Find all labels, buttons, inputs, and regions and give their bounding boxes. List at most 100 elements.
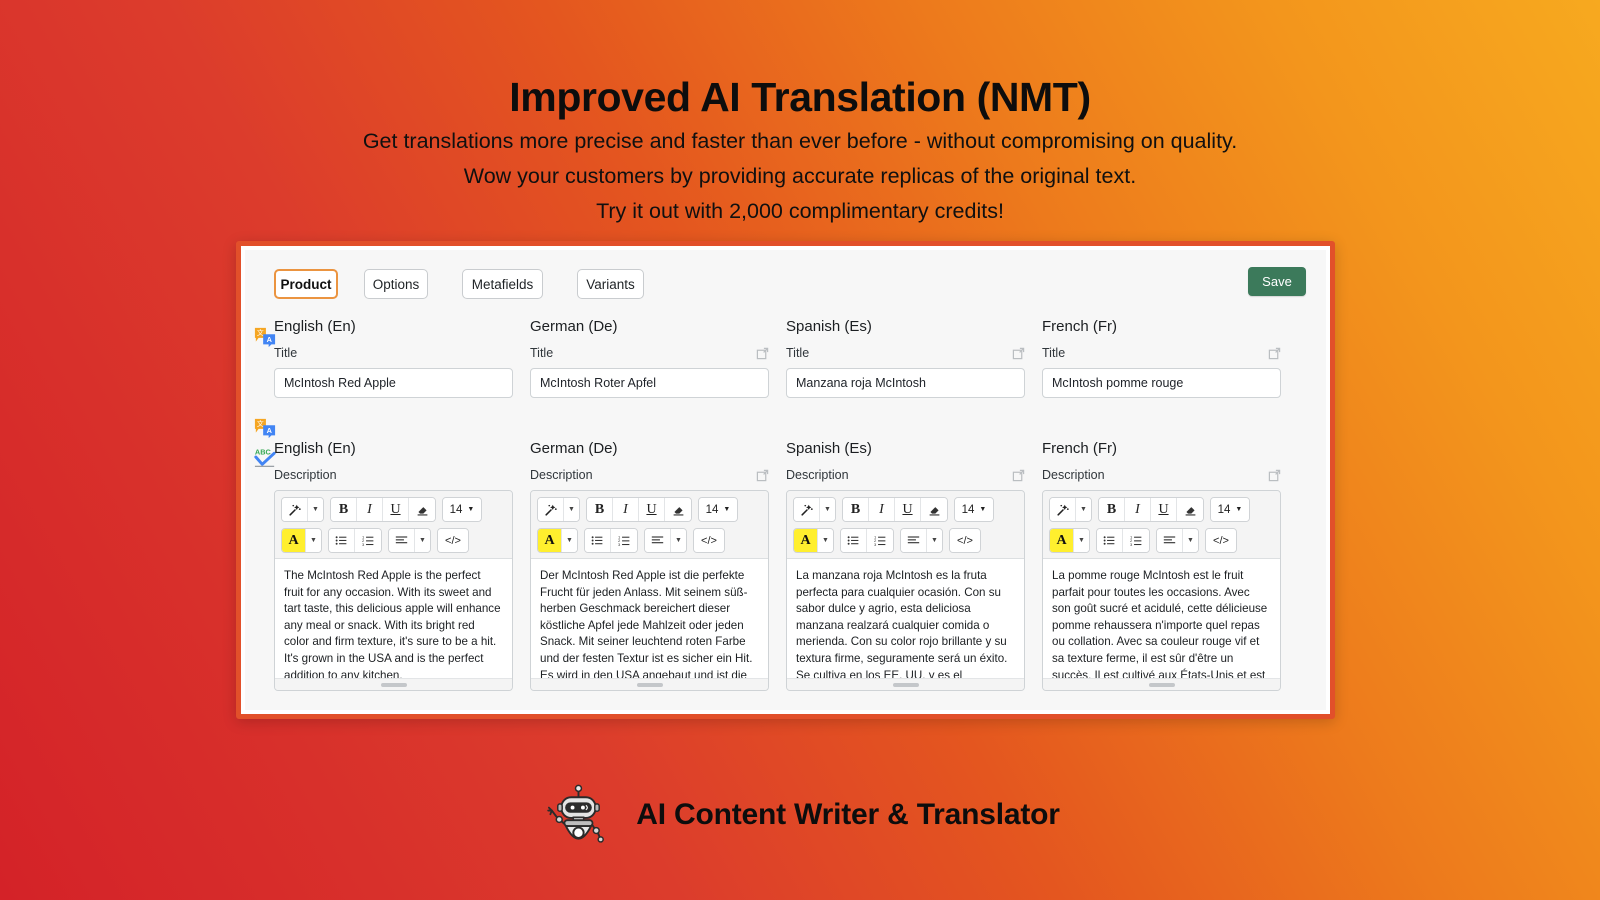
italic-button[interactable]: I [1125,498,1151,521]
numbered-list-icon[interactable]: 123 [867,529,893,552]
text-highlight-button[interactable]: A [538,529,562,552]
underline-button[interactable]: U [383,498,409,521]
chevron-down-icon[interactable]: ▼ [1183,529,1198,552]
tab-product[interactable]: Product [274,269,338,299]
translate-icon[interactable]: 文 A [254,417,276,439]
numbered-list-icon[interactable]: 123 [611,529,637,552]
font-size-select[interactable]: 14 ▼ [1211,498,1249,521]
field-label: Title [1042,346,1066,360]
description-column-spanish: Spanish (Es) Description ▼ B I U 14 ▼ A … [786,440,1025,691]
editor-resize-handle[interactable] [531,678,768,690]
external-link-icon[interactable] [1012,469,1025,482]
bullet-list-icon[interactable] [841,529,867,552]
magic-wand-icon[interactable] [794,498,820,521]
align-left-icon[interactable] [901,529,927,552]
bullet-list-icon[interactable] [585,529,611,552]
description-text-english[interactable]: The McIntosh Red Apple is the perfect fr… [275,558,512,678]
chevron-down-icon[interactable]: ▼ [564,498,579,521]
italic-button[interactable]: I [869,498,895,521]
rich-text-editor-spanish: ▼ B I U 14 ▼ A ▼ 1 2 3 ▼ </> La manzana … [786,490,1025,691]
align-left-icon[interactable] [645,529,671,552]
align-left-icon[interactable] [1157,529,1183,552]
external-link-icon[interactable] [1268,469,1281,482]
chevron-down-icon[interactable]: ▼ [820,498,835,521]
title-input-spanish[interactable] [786,368,1025,398]
editor-resize-handle[interactable] [275,678,512,690]
code-view-button[interactable]: </> [950,529,980,552]
grip-icon [892,682,919,687]
chevron-down-icon[interactable]: ▼ [1076,498,1091,521]
field-label: Description [530,468,593,482]
text-highlight-button[interactable]: A [794,529,818,552]
title-column-english: English (En) Title [274,318,513,398]
chevron-down-icon[interactable]: ▼ [927,529,942,552]
text-highlight-button[interactable]: A [282,529,306,552]
magic-wand-icon[interactable] [538,498,564,521]
tab-options[interactable]: Options [364,269,428,299]
eraser-icon[interactable] [409,498,435,521]
description-text-german[interactable]: Der McIntosh Red Apple ist die perfekte … [531,558,768,678]
description-text-spanish[interactable]: La manzana roja McIntosh es la fruta per… [787,558,1024,678]
italic-button[interactable]: I [357,498,383,521]
toolbar-group-highlight: A ▼ [537,528,578,553]
title-input-german[interactable] [530,368,769,398]
external-link-icon[interactable] [756,469,769,482]
magic-wand-icon[interactable] [282,498,308,521]
tab-metafields[interactable]: Metafields [462,269,543,299]
chevron-down-icon[interactable]: ▼ [671,529,686,552]
underline-button[interactable]: U [1151,498,1177,521]
spellcheck-icon[interactable]: ABC [254,446,276,468]
toolbar-group-fontsize: 14 ▼ [954,497,994,522]
chevron-down-icon[interactable]: ▼ [308,498,323,521]
eraser-icon[interactable] [665,498,691,521]
description-text-french[interactable]: La pomme rouge McIntosh est le fruit par… [1043,558,1280,678]
code-view-button[interactable]: </> [694,529,724,552]
bullet-list-icon[interactable] [1097,529,1123,552]
code-view-button[interactable]: </> [1206,529,1236,552]
external-link-icon[interactable] [1012,347,1025,360]
bold-button[interactable]: B [587,498,613,521]
chevron-down-icon[interactable]: ▼ [306,529,321,552]
font-size-select[interactable]: 14 ▼ [955,498,993,521]
bold-button[interactable]: B [843,498,869,521]
chevron-down-icon[interactable]: ▼ [818,529,833,552]
robot-mascot-icon [540,778,614,852]
external-link-placeholder [500,347,513,360]
title-input-french[interactable] [1042,368,1281,398]
magic-wand-icon[interactable] [1050,498,1076,521]
text-highlight-button[interactable]: A [1050,529,1074,552]
eraser-icon[interactable] [1177,498,1203,521]
external-link-icon[interactable] [1268,347,1281,360]
chevron-down-icon[interactable]: ▼ [562,529,577,552]
toolbar-group-format: B I U [1098,497,1204,522]
editor-resize-handle[interactable] [787,678,1024,690]
align-left-icon[interactable] [389,529,415,552]
font-size-value: 14 [705,503,719,516]
italic-button[interactable]: I [613,498,639,521]
field-label-row: Description [530,467,769,483]
bold-button[interactable]: B [1099,498,1125,521]
eraser-icon[interactable] [921,498,947,521]
underline-button[interactable]: U [895,498,921,521]
numbered-list-icon[interactable]: 123 [1123,529,1149,552]
chevron-down-icon[interactable]: ▼ [1074,529,1089,552]
editor-resize-handle[interactable] [1043,678,1280,690]
save-button[interactable]: Save [1248,267,1306,296]
title-input-english[interactable] [274,368,513,398]
underline-button[interactable]: U [639,498,665,521]
tab-variants[interactable]: Variants [577,269,644,299]
font-size-select[interactable]: 14 ▼ [443,498,481,521]
font-size-select[interactable]: 14 ▼ [699,498,737,521]
code-view-button[interactable]: </> [438,529,468,552]
language-label: German (De) [530,440,618,457]
language-label: English (En) [274,440,356,457]
chevron-down-icon[interactable]: ▼ [415,529,430,552]
toolbar-group-lists: 123 [840,528,894,553]
bullet-list-icon[interactable] [329,529,355,552]
toolbar-group-align: ▼ [900,528,943,553]
bold-button[interactable]: B [331,498,357,521]
translate-icon[interactable]: 文 A [254,326,276,348]
language-label: Spanish (Es) [786,440,872,457]
external-link-icon[interactable] [756,347,769,360]
numbered-list-icon[interactable]: 123 [355,529,381,552]
